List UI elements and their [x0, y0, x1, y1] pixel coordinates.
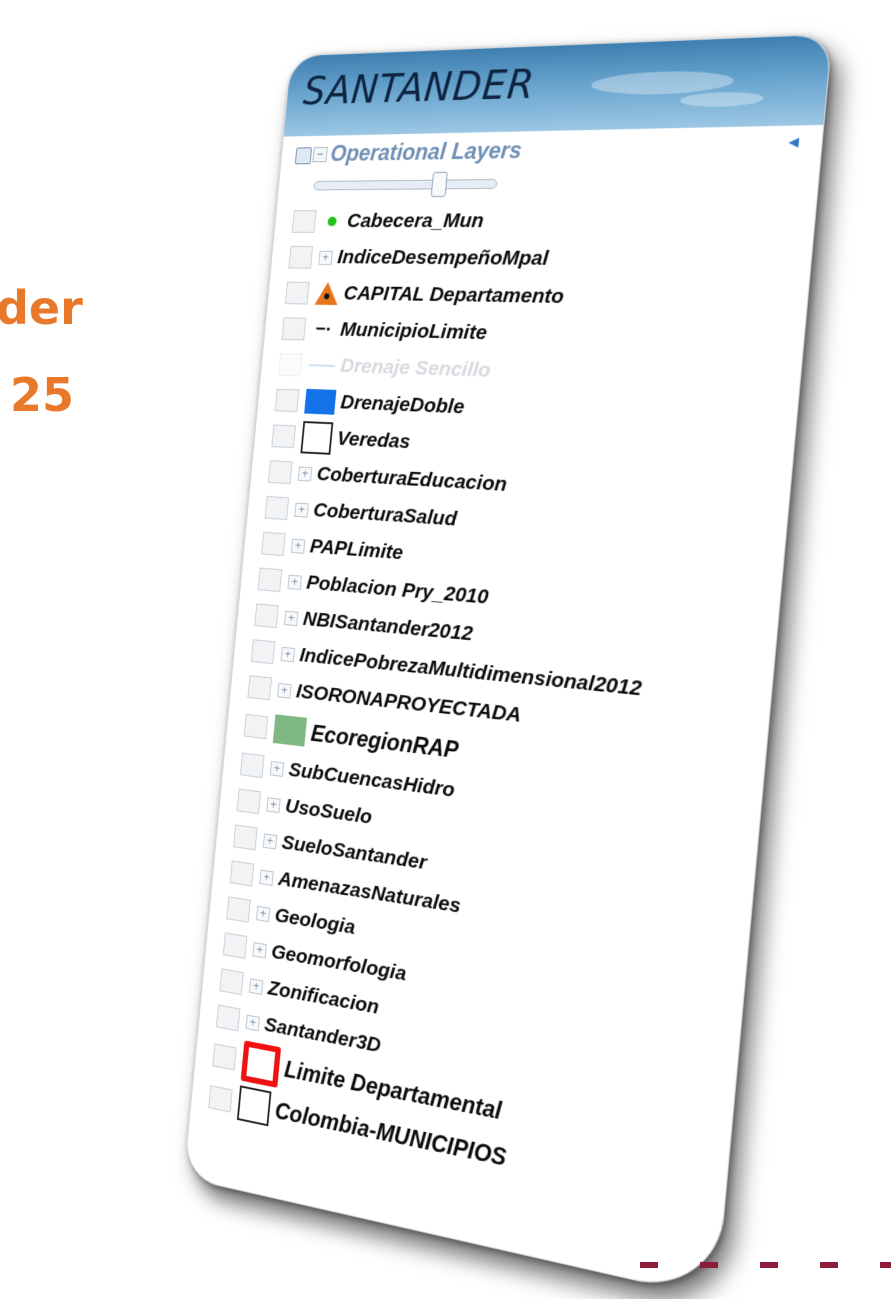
opacity-slider-thumb[interactable]	[430, 171, 448, 198]
layer-label: UsoSuelo	[284, 794, 373, 829]
expand-icon[interactable]: +	[287, 574, 302, 590]
triangle-symbol-icon	[314, 281, 340, 306]
layer-visibility-checkbox[interactable]	[219, 968, 244, 996]
outline-symbol-icon	[240, 1040, 282, 1088]
layer-visibility-checkbox[interactable]	[281, 317, 307, 341]
fill-symbol-icon	[304, 388, 337, 415]
expand-icon[interactable]: +	[262, 832, 278, 850]
layer-visibility-checkbox[interactable]	[247, 675, 272, 701]
expand-icon[interactable]: +	[245, 1014, 260, 1031]
layer-label: Veredas	[336, 427, 412, 454]
layer-visibility-checkbox[interactable]	[284, 281, 310, 305]
expand-icon[interactable]: +	[266, 796, 281, 813]
layer-label: Cabecera_Mun	[346, 209, 485, 232]
background-subheading-fragment: 25	[10, 368, 75, 422]
footer-decoration	[640, 1262, 891, 1268]
layer-visibility-checkbox[interactable]	[250, 639, 276, 665]
expand-icon[interactable]: +	[294, 502, 309, 518]
layer-label: CAPITAL Departamento	[342, 282, 565, 308]
line-symbol-icon	[308, 364, 336, 367]
collapse-icon[interactable]: −	[312, 146, 328, 163]
layer-visibility-checkbox[interactable]	[233, 824, 258, 851]
panel-collapse-arrow-icon[interactable]: ◄	[784, 134, 803, 153]
layer-visibility-checkbox[interactable]	[243, 713, 269, 740]
layer-list-panel: SANTANDER − Operational Layers ◄ Cabecer…	[183, 33, 833, 1299]
layer-visibility-checkbox[interactable]	[288, 245, 314, 269]
panel-header: SANTANDER	[283, 34, 832, 137]
outline-symbol-icon	[236, 1085, 272, 1127]
layer-visibility-checkbox[interactable]	[254, 603, 279, 629]
expand-icon[interactable]: +	[252, 941, 267, 959]
layer-visibility-checkbox[interactable]	[236, 788, 262, 815]
layer-visibility-checkbox[interactable]	[261, 531, 286, 557]
layer-item[interactable]: Cabecera_Mun	[291, 201, 816, 241]
operational-layers-label: Operational Layers	[329, 137, 523, 166]
layer-label: MunicipioLimite	[339, 318, 488, 345]
expand-icon[interactable]: +	[318, 250, 333, 265]
layer-label: PAPLimite	[308, 535, 405, 565]
expand-icon[interactable]: +	[277, 682, 292, 699]
layer-visibility-checkbox[interactable]	[264, 495, 290, 521]
layer-visibility-checkbox[interactable]	[215, 1004, 241, 1032]
operational-layers-checkbox[interactable]	[294, 147, 313, 165]
layer-visibility-checkbox[interactable]	[222, 932, 248, 959]
background-heading-fragment: der	[0, 281, 83, 335]
layer-list: Cabecera_Mun + IndiceDesempeñoMpal CAPITAL …	[190, 201, 816, 1227]
layer-label: Drenaje Sencillo	[339, 354, 492, 382]
layer-label: DrenajeDoble	[339, 391, 466, 419]
layer-label: IndiceDesempeñoMpal	[336, 246, 550, 270]
expand-icon[interactable]: +	[269, 760, 285, 777]
expand-icon[interactable]: +	[259, 869, 274, 886]
layer-label: CoberturaEducacion	[315, 462, 508, 496]
opacity-slider-track[interactable]	[313, 178, 498, 191]
layer-visibility-checkbox[interactable]	[226, 896, 251, 923]
panel-title: SANTANDER	[301, 62, 537, 114]
layer-visibility-checkbox[interactable]	[291, 210, 317, 233]
layer-visibility-checkbox[interactable]	[239, 752, 265, 779]
point-symbol-icon	[327, 216, 337, 227]
outline-symbol-icon	[300, 421, 334, 455]
layer-visibility-checkbox[interactable]	[229, 860, 255, 887]
layer-visibility-checkbox[interactable]	[208, 1085, 233, 1113]
line-symbol-icon: −·	[314, 318, 333, 341]
layer-visibility-checkbox[interactable]	[274, 388, 300, 413]
layer-list-panel-wrapper: SANTANDER − Operational Layers ◄ Cabecer…	[183, 33, 833, 1299]
expand-icon[interactable]: +	[249, 977, 264, 995]
header-cloud-decoration	[679, 91, 765, 108]
expand-icon[interactable]: +	[290, 538, 306, 554]
expand-icon[interactable]: +	[284, 610, 299, 626]
layer-visibility-checkbox[interactable]	[278, 352, 303, 377]
expand-icon[interactable]: +	[280, 646, 296, 662]
fill-symbol-icon	[272, 714, 308, 747]
layer-visibility-checkbox[interactable]	[212, 1043, 237, 1071]
layer-item[interactable]: + IndiceDesempeñoMpal	[288, 239, 813, 280]
layer-visibility-checkbox[interactable]	[267, 460, 293, 485]
expand-icon[interactable]: +	[297, 466, 313, 482]
layer-label: CoberturaSalud	[312, 498, 458, 531]
layer-visibility-checkbox[interactable]	[271, 424, 297, 449]
layer-visibility-checkbox[interactable]	[257, 567, 283, 593]
layer-label: Geologia	[273, 903, 357, 939]
expand-icon[interactable]: +	[255, 905, 271, 922]
